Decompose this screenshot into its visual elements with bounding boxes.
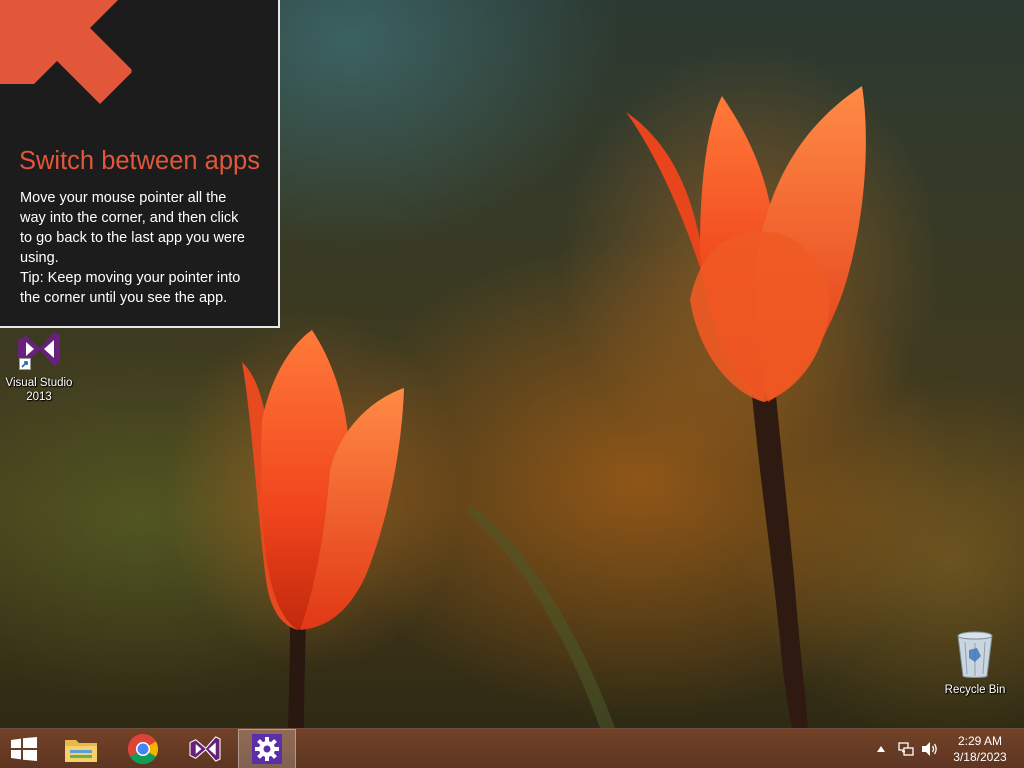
gear-icon bbox=[252, 734, 282, 764]
tip-line: using. bbox=[20, 250, 59, 266]
start-button[interactable] bbox=[0, 729, 48, 768]
tip-body: Move your mouse pointer all the way into… bbox=[20, 188, 270, 308]
desktop-icon-label: Visual Studio bbox=[5, 377, 73, 389]
taskbar-clock[interactable]: 2:29 AM 3/18/2023 bbox=[946, 733, 1014, 765]
clock-time: 2:29 AM bbox=[957, 734, 1003, 748]
tip-line: to go back to the last app you were bbox=[20, 230, 245, 246]
tip-title: Switch between apps bbox=[19, 147, 260, 175]
volume-tray-button[interactable] bbox=[920, 729, 940, 768]
desktop-icon-label: 2013 bbox=[26, 391, 52, 403]
taskbar: 2:29 AM 3/18/2023 bbox=[0, 728, 1024, 768]
visual-studio-icon bbox=[16, 328, 62, 370]
tip-line: Move your mouse pointer all the bbox=[20, 190, 227, 206]
shortcut-arrow-icon bbox=[19, 358, 31, 370]
corner-arrow-icon bbox=[0, 0, 132, 104]
recycle-bin-icon bbox=[955, 630, 995, 680]
taskbar-visual-studio-button[interactable] bbox=[182, 729, 228, 768]
chrome-icon bbox=[127, 734, 159, 765]
desktop-icon-recycle-bin[interactable]: Recycle Bin bbox=[940, 630, 1010, 697]
desktop-icon-visual-studio[interactable]: Visual Studio 2013 bbox=[0, 328, 78, 404]
folder-icon bbox=[65, 740, 97, 762]
windows-logo-icon bbox=[11, 737, 37, 761]
tip-line: the corner until you see the app. bbox=[20, 290, 228, 306]
switch-apps-tip-flyout[interactable]: Switch between apps Move your mouse poin… bbox=[0, 0, 280, 328]
speaker-icon bbox=[922, 742, 937, 756]
clock-date: 3/18/2023 bbox=[953, 750, 1007, 764]
show-hidden-icons-button[interactable] bbox=[874, 729, 888, 768]
taskbar-chrome-button[interactable] bbox=[120, 729, 166, 768]
chevron-up-icon bbox=[877, 746, 885, 752]
network-icon bbox=[898, 742, 914, 756]
taskbar-file-explorer-button[interactable] bbox=[58, 729, 104, 768]
visual-studio-icon bbox=[189, 736, 221, 762]
desktop-icon-label: Recycle Bin bbox=[944, 684, 1006, 696]
network-tray-button[interactable] bbox=[896, 729, 916, 768]
taskbar-settings-button[interactable] bbox=[238, 729, 296, 768]
tip-line: way into the corner, and then click bbox=[20, 210, 239, 226]
tip-line: Tip: Keep moving your pointer into bbox=[20, 270, 241, 286]
